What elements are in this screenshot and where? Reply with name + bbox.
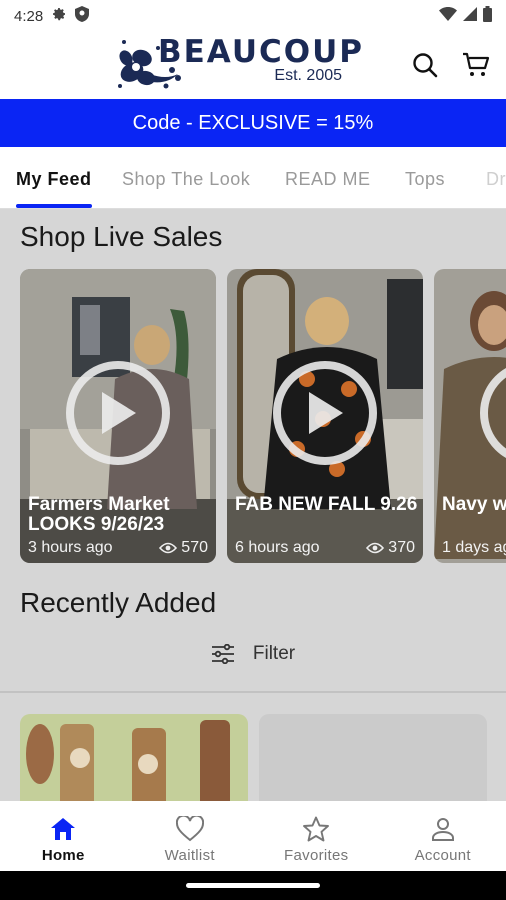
nav-favorites[interactable]: Favorites (253, 801, 380, 871)
shield-icon (75, 6, 90, 26)
nav-waitlist[interactable]: Waitlist (127, 801, 254, 871)
filter-button[interactable]: Filter (0, 643, 506, 665)
app-header: BEAUCOUP Est. 2005 (0, 32, 506, 99)
product-card[interactable] (259, 714, 487, 801)
heart-icon (175, 815, 204, 843)
bottom-navigation: Home Waitlist Favorites Account (0, 801, 506, 871)
promo-text: Code - EXCLUSIVE = 15% (132, 111, 374, 134)
live-sale-card[interactable]: Navy w FALL 9. 1 days ag (434, 269, 506, 563)
product-card[interactable] (20, 714, 248, 801)
status-bar: 4:28 (0, 0, 506, 32)
live-sales-title: Shop Live Sales (20, 221, 223, 252)
nav-home-label: Home (41, 847, 85, 864)
status-time: 4:28 (14, 7, 44, 25)
live-sale-time: 1 days ag (442, 539, 506, 556)
filter-icon (211, 644, 234, 664)
brand-name: BEAUCOUP (158, 34, 365, 70)
tab-read-me[interactable]: READ ME (285, 169, 371, 190)
battery-icon (483, 6, 492, 26)
live-sale-card[interactable]: FAB NEW FALL 9.26 6 hours ago 370 (227, 269, 423, 563)
home-gesture-handle[interactable] (186, 883, 320, 888)
eye-icon (159, 542, 178, 554)
live-sale-title: FAB NEW FALL 9.26 (235, 494, 418, 515)
play-icon[interactable] (66, 361, 170, 465)
nav-home[interactable]: Home (0, 801, 127, 871)
tab-dresses[interactable]: Dr (486, 169, 506, 190)
star-icon (302, 815, 330, 843)
tab-shop-the-look[interactable]: Shop The Look (122, 169, 250, 190)
promo-banner[interactable]: Code - EXCLUSIVE = 15% (0, 99, 506, 147)
live-sale-title: Farmers Market LOOKS 9/26/23 (28, 494, 170, 535)
recently-added-title: Recently Added (20, 587, 217, 618)
live-sale-title: Navy w FALL 9. (442, 494, 506, 515)
live-sale-card[interactable]: Farmers Market LOOKS 9/26/23 3 hours ago… (20, 269, 216, 563)
search-icon[interactable] (410, 50, 440, 80)
settings-icon (51, 6, 67, 26)
nav-waitlist-label: Waitlist (164, 847, 215, 864)
signal-icon (463, 7, 477, 25)
tab-my-feed[interactable]: My Feed (16, 169, 92, 190)
cart-icon[interactable] (461, 50, 491, 80)
eye-icon (366, 542, 385, 554)
person-icon (429, 815, 457, 843)
filter-label: Filter (252, 643, 296, 664)
system-gesture-bar (0, 871, 506, 900)
feed-content: Shop Live Sales Farmers Market LOOKS 9/2… (0, 209, 506, 801)
category-tabs: My Feed Shop The Look READ ME Tops Dr (0, 147, 506, 209)
tab-tops[interactable]: Tops (405, 169, 445, 190)
play-icon[interactable] (273, 361, 377, 465)
product-image (20, 714, 248, 801)
home-icon (49, 815, 77, 843)
nav-favorites-label: Favorites (284, 847, 349, 864)
brand-logo[interactable]: BEAUCOUP Est. 2005 (112, 34, 364, 96)
live-sale-time: 3 hours ago (28, 539, 113, 556)
live-sale-views: 370 (388, 539, 415, 556)
nav-account-label: Account (414, 847, 471, 864)
wifi-icon (439, 7, 457, 25)
nav-account[interactable]: Account (380, 801, 506, 871)
section-divider (0, 691, 506, 693)
live-sale-views: 570 (181, 539, 208, 556)
live-sale-time: 6 hours ago (235, 539, 320, 556)
tab-indicator (16, 204, 92, 208)
